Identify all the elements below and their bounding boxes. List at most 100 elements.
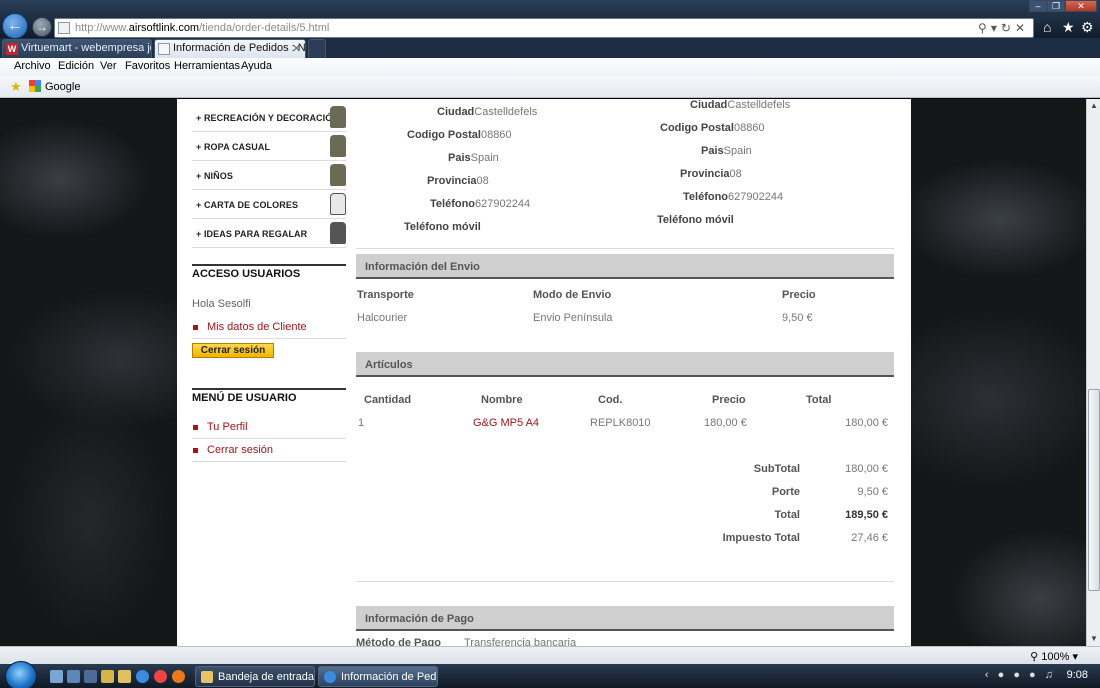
category-recreacion[interactable]: + RECREACIÓN Y DECORACIÓN [192, 103, 346, 132]
category-thumbnail-icon [330, 222, 346, 244]
menu-favoritos[interactable]: Favoritos [125, 60, 170, 72]
close-tab-icon[interactable]: ✕ [292, 42, 301, 55]
item-price: 180,00 € [704, 417, 747, 429]
ie-icon [324, 671, 336, 683]
category-label: + IDEAS PARA REGALAR [196, 229, 308, 239]
google-favorite-link[interactable]: Google [29, 80, 80, 93]
windows-taskbar: Bandeja de entrada ... Información de Pe… [0, 661, 1100, 688]
tab-order-details[interactable]: Información de Pedidos : N... ✕ [154, 39, 306, 58]
new-tab-button[interactable] [308, 39, 326, 58]
shipping-pais: PaisSpain [701, 145, 752, 157]
category-thumbnail-icon [330, 193, 346, 215]
profile-link[interactable]: Tu Perfil [192, 418, 346, 439]
scroll-down-arrow-icon[interactable]: ▼ [1087, 632, 1100, 646]
favorites-star-icon[interactable]: ★ [1062, 19, 1075, 36]
col-cantidad: Cantidad [364, 394, 412, 406]
scroll-thumb[interactable] [1088, 389, 1100, 591]
shipping-provincia: Provincia08 [680, 168, 742, 180]
category-thumbnail-icon [330, 135, 346, 157]
task-browser[interactable]: Información de Pedi... [318, 666, 438, 687]
quicklaunch-icon[interactable] [118, 670, 131, 683]
menu-ayuda[interactable]: Ayuda [241, 60, 272, 72]
show-desktop-icon[interactable] [50, 670, 63, 683]
scroll-up-arrow-icon[interactable]: ▲ [1087, 99, 1100, 113]
close-button[interactable]: ✕ [1065, 0, 1097, 12]
dropdown-icon[interactable]: ▾ [991, 21, 1001, 35]
tab-label: Información de Pedidos : N... [173, 42, 306, 54]
stop-icon[interactable]: ✕ [1015, 21, 1029, 35]
menu-ver[interactable]: Ver [100, 60, 117, 72]
shipping-codigo-postal: Codigo Postal08860 [660, 122, 765, 134]
back-button[interactable]: ← [2, 13, 28, 39]
page-content: + RECREACIÓN Y DECORACIÓN + ROPA CASUAL … [177, 99, 911, 646]
zoom-level: 100% [1041, 651, 1070, 663]
greeting-text: Hola Sesolfi [192, 298, 251, 310]
maximize-button[interactable]: ❐ [1047, 0, 1065, 12]
system-tray[interactable]: ‹ ● ● ● ♫ [985, 669, 1056, 681]
ie-icon[interactable] [136, 670, 149, 683]
porte-value: 9,50 € [857, 486, 888, 498]
my-data-link[interactable]: Mis datos de Cliente [192, 318, 346, 339]
item-name-link[interactable]: G&G MP5 A4 [473, 417, 539, 429]
billing-telefono-movil: Teléfono móvil [404, 221, 481, 233]
col-total: Total [806, 394, 832, 406]
col-transporte: Transporte [357, 289, 414, 301]
refresh-icon[interactable]: ↻ [1001, 21, 1015, 35]
subtotal-label: SubTotal [753, 463, 800, 475]
quicklaunch-icon[interactable] [67, 670, 80, 683]
total-value: 189,50 € [845, 509, 888, 521]
vertical-scrollbar[interactable]: ▲ ▼ [1086, 99, 1100, 646]
mail-icon [201, 671, 213, 683]
user-logout-label: Cerrar sesión [207, 444, 274, 456]
shipping-telefono: Teléfono627902244 [683, 191, 784, 203]
url-prefix: http://www. [75, 22, 129, 34]
col-precio-articulo: Precio [712, 394, 746, 406]
chrome-icon[interactable] [154, 670, 167, 683]
joomla-favicon-icon: W [6, 43, 18, 55]
category-ropa-casual[interactable]: + ROPA CASUAL [192, 132, 346, 161]
user-logout-link[interactable]: Cerrar sesión [192, 441, 346, 462]
forward-button[interactable]: → [32, 17, 52, 37]
quicklaunch-icon[interactable] [84, 670, 97, 683]
address-tools[interactable]: ⚲▾↻✕ [978, 21, 1029, 35]
address-bar[interactable]: http://www.airsoftlink.com/tienda/order-… [54, 18, 1034, 38]
zoom-control[interactable]: ⚲ 100% ▾ [1030, 650, 1078, 663]
shipping-ciudad: CiudadCastelldefels [690, 99, 791, 111]
subtotal-value: 180,00 € [845, 463, 888, 475]
articles-header: Artículos [356, 352, 894, 377]
add-favorite-star-icon[interactable]: ★ [10, 79, 22, 95]
category-ninos[interactable]: + NIÑOS [192, 161, 346, 190]
category-ideas-regalar[interactable]: + IDEAS PARA REGALAR [192, 219, 346, 248]
billing-ciudad: CiudadCastelldefels [437, 106, 538, 118]
menu-archivo[interactable]: Archivo [14, 60, 51, 72]
menu-herramientas[interactable]: Herramientas [174, 60, 240, 72]
tax-total-value: 27,46 € [851, 532, 888, 544]
clock[interactable]: 9:08 [1067, 669, 1088, 681]
task-mail[interactable]: Bandeja de entrada ... [195, 666, 315, 687]
quicklaunch-icon[interactable] [101, 670, 114, 683]
item-qty: 1 [358, 417, 365, 429]
url-domain: airsoftlink.com [128, 22, 200, 34]
menu-edicion[interactable]: Edición [58, 60, 94, 72]
logout-button[interactable]: Cerrar sesión [192, 343, 274, 358]
firefox-icon[interactable] [172, 670, 185, 683]
shipping-telefono-movil: Teléfono móvil [657, 214, 734, 226]
item-code: REPLK8010 [590, 417, 651, 429]
start-button[interactable] [5, 661, 37, 688]
item-total: 180,00 € [845, 417, 888, 429]
divider [356, 581, 894, 582]
bullet-square-icon [193, 325, 198, 330]
gear-icon[interactable]: ⚙ [1081, 19, 1094, 36]
tax-total-label: Impuesto Total [722, 532, 800, 544]
user-menu-title: MENÚ DE USUARIO [192, 388, 346, 404]
home-icon[interactable]: ⌂ [1043, 19, 1051, 35]
payment-method-label: Método de Pago [356, 637, 441, 646]
search-icon[interactable]: ⚲ [978, 21, 991, 35]
magnifier-icon: ⚲ [1030, 651, 1042, 663]
tab-virtuemart[interactable]: W Virtuemart - webempresa joo... [2, 39, 152, 58]
category-carta-colores[interactable]: + CARTA DE COLORES [192, 190, 346, 219]
address-url[interactable]: http://www.airsoftlink.com/tienda/order-… [75, 22, 329, 34]
porte-label: Porte [771, 486, 800, 498]
minimize-button[interactable]: – [1029, 0, 1047, 12]
bullet-square-icon [193, 448, 198, 453]
